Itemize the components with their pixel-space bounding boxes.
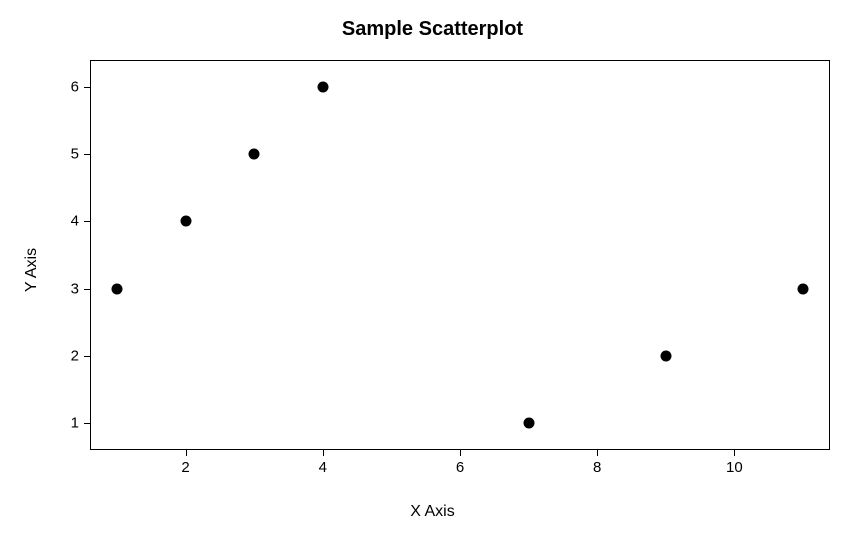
y-tick-label: 5 <box>71 146 79 163</box>
y-axis-label: Y Axis <box>23 247 41 291</box>
data-point <box>317 82 328 93</box>
data-point <box>112 283 123 294</box>
x-tick <box>460 449 461 456</box>
y-tick <box>84 221 91 222</box>
data-point <box>523 418 534 429</box>
x-tick-label: 8 <box>593 459 601 476</box>
y-tick-label: 1 <box>71 415 79 432</box>
data-point <box>798 283 809 294</box>
y-tick <box>84 87 91 88</box>
scatterplot-chart: Sample Scatterplot Y Axis X Axis 2468101… <box>0 0 865 539</box>
x-tick-label: 2 <box>181 459 189 476</box>
x-tick-label: 10 <box>726 459 743 476</box>
y-tick <box>84 154 91 155</box>
x-tick <box>734 449 735 456</box>
y-tick <box>84 289 91 290</box>
y-tick <box>84 356 91 357</box>
y-tick-label: 3 <box>71 280 79 297</box>
plot-area: 246810123456 <box>90 60 830 450</box>
data-point <box>249 149 260 160</box>
x-tick <box>186 449 187 456</box>
y-tick-label: 4 <box>71 213 79 230</box>
x-tick-label: 6 <box>456 459 464 476</box>
x-tick <box>597 449 598 456</box>
y-tick-label: 2 <box>71 347 79 364</box>
x-tick-label: 4 <box>319 459 327 476</box>
chart-title: Sample Scatterplot <box>0 18 865 41</box>
y-tick <box>84 423 91 424</box>
data-point <box>660 350 671 361</box>
x-tick <box>323 449 324 456</box>
data-point <box>180 216 191 227</box>
y-tick-label: 6 <box>71 79 79 96</box>
x-axis-label: X Axis <box>0 503 865 521</box>
